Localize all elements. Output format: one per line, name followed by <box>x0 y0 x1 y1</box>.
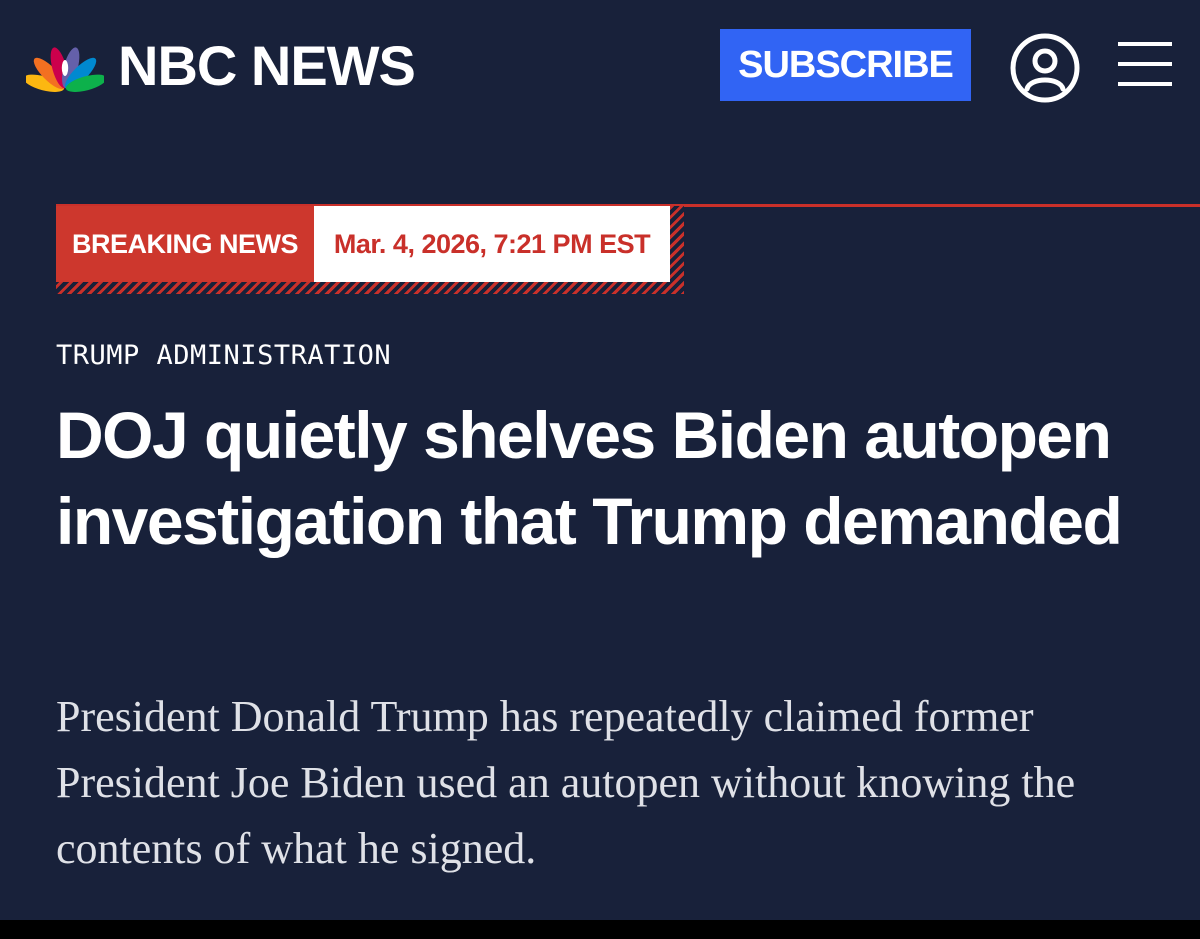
article-dek: President Donald Trump has repeatedly cl… <box>56 692 1076 873</box>
peacock-icon <box>26 47 104 92</box>
publish-timestamp: Mar. 4, 2026, 7:21 PM EST <box>314 206 670 282</box>
menu-button[interactable] <box>1116 38 1174 90</box>
breaking-news-badge: BREAKING NEWS <box>56 206 314 282</box>
logo-text: NBC NEWS <box>118 34 416 97</box>
site-header: NBC NEWS SUBSCRIBE <box>0 0 1200 130</box>
article-page: NBC NEWS SUBSCRIBE BREAKING NEWS Mar. 4,… <box>0 0 1200 920</box>
breaking-banner: BREAKING NEWS Mar. 4, 2026, 7:21 PM EST <box>56 206 684 294</box>
section-label[interactable]: TRUMP ADMINISTRATION <box>56 338 391 374</box>
subscribe-button[interactable]: SUBSCRIBE <box>720 29 971 101</box>
account-button[interactable] <box>1008 31 1082 105</box>
bottom-bar <box>0 920 1200 939</box>
nbc-news-logo[interactable]: NBC NEWS <box>26 34 416 97</box>
user-circle-icon <box>1010 33 1080 103</box>
article-headline: DOJ quietly shelves Biden autopen invest… <box>56 398 1123 558</box>
